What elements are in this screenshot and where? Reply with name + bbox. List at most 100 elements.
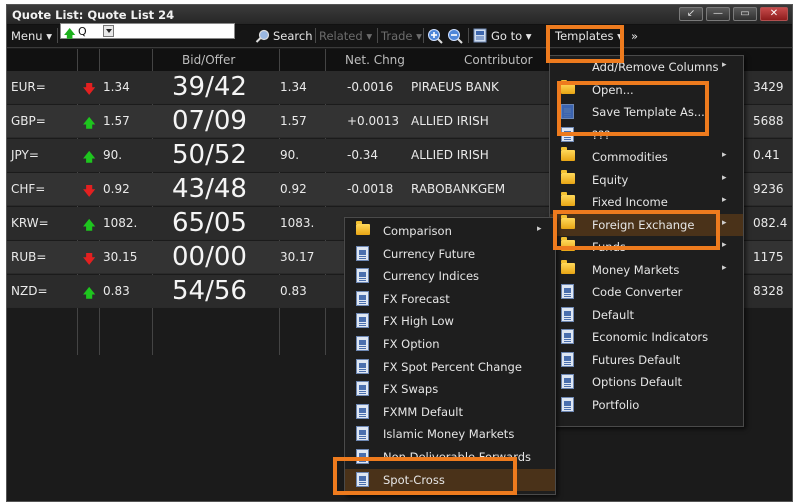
menu-item[interactable]: FX Option (345, 333, 555, 355)
folder-icon (561, 192, 575, 206)
menu-item[interactable]: Code Converter (550, 281, 743, 303)
more-toolbar-button[interactable]: » (631, 29, 638, 43)
document-icon (356, 268, 369, 284)
offer-cell: 1.57 (280, 114, 307, 128)
extra-column-cell: 1175 (753, 250, 784, 264)
window-title: Quote List: Quote List 24 (12, 8, 175, 22)
menu-item[interactable]: Options Default (550, 371, 743, 393)
extra-column-cell: 9236 (753, 182, 784, 196)
menu-item[interactable]: Currency Future (345, 243, 555, 265)
goto-menu[interactable]: Go to ▾ (491, 29, 532, 43)
ric-input[interactable]: 🡅 Q (60, 23, 235, 40)
document-icon (561, 284, 574, 299)
document-icon (561, 306, 574, 322)
menu-item-label: Code Converter (592, 285, 683, 299)
restore-down-button[interactable]: ↙ (679, 7, 703, 21)
document-icon (356, 336, 369, 351)
menu-item-label: FXMM Default (383, 404, 464, 419)
menu-item-label: Currency Indices (383, 269, 480, 284)
folder-icon (561, 147, 575, 161)
menu-item[interactable]: FXMM Default (345, 401, 555, 423)
toolbar-separator (315, 28, 316, 43)
document-icon (356, 313, 369, 329)
submenu-arrow-icon: ▸ (722, 262, 727, 273)
menu-item[interactable]: Currency Indices (345, 265, 555, 287)
menu-item-label: Portfolio (592, 397, 640, 412)
folder-icon (356, 221, 370, 235)
extra-column-cell: 082.4 (753, 216, 788, 230)
menu-item[interactable]: Default (550, 304, 743, 326)
big-figure-cell: 43/48 (172, 174, 247, 204)
toolbar-separator (377, 28, 378, 43)
up-arrow-icon: 🡅 (83, 150, 96, 164)
offer-cell: 1083. (280, 216, 315, 230)
menu-item[interactable]: Futures Default (550, 349, 743, 371)
menu-item[interactable]: Equity ▸ (550, 169, 743, 191)
foreign-exchange-submenu: Comparison ▸ Currency Future Currency Indic… (344, 217, 556, 495)
ric-cell: JPY= (11, 148, 39, 162)
menu-item-label: Commodities (592, 150, 668, 164)
menu-item[interactable]: Commodities ▸ (550, 146, 743, 168)
document-icon (356, 403, 369, 419)
up-arrow-icon: 🡅 (83, 286, 96, 300)
document-icon (356, 426, 369, 442)
submenu-arrow-icon: ▸ (722, 195, 727, 205)
menu-item-label: Currency Future (383, 246, 476, 261)
contributor-cell: ALLIED IRISH (411, 114, 489, 128)
templates-highlight-box (546, 25, 624, 63)
ric-cell: CHF= (11, 182, 46, 196)
maximize-button[interactable]: ▭ (733, 7, 757, 21)
bid-cell: 1.34 (103, 80, 130, 94)
big-figure-cell: 54/56 (172, 276, 247, 306)
folder-icon (561, 259, 575, 274)
menu-item[interactable]: Comparison ▸ (345, 220, 555, 242)
submenu-arrow-icon: ▸ (722, 60, 727, 70)
title-bar[interactable]: Quote List: Quote List 24 ↙ — ▭ ✕ (7, 5, 792, 25)
document-icon (356, 358, 369, 374)
menu-item[interactable]: FX Swaps (345, 378, 555, 400)
ric-cell: NZD= (11, 284, 48, 298)
ric-dropdown-button[interactable] (103, 25, 114, 37)
menu-item[interactable]: FX Forecast (345, 288, 555, 310)
submenu-arrow-icon: ▸ (537, 224, 542, 234)
extra-column-cell: 0.41 (753, 148, 780, 162)
menu-button[interactable]: Menu ▾ (11, 29, 52, 43)
column-header-net-chng[interactable]: Net. Chng (345, 53, 405, 67)
big-figure-cell: 00/00 (172, 242, 247, 272)
trade-menu[interactable]: Trade ▾ (381, 29, 422, 43)
search-icon[interactable] (255, 29, 271, 43)
submenu-arrow-icon: ▸ (722, 150, 727, 160)
zoom-out-icon[interactable] (447, 28, 463, 44)
menu-item[interactable]: Islamic Money Markets (345, 423, 555, 445)
document-icon (561, 351, 574, 367)
bid-cell: 0.92 (103, 182, 130, 196)
contributor-cell: PIRAEUS BANK (411, 80, 499, 94)
menu-item[interactable]: FX High Low (345, 310, 555, 332)
menu-item[interactable]: Portfolio (550, 394, 743, 416)
open-save-highlight-box (557, 81, 709, 136)
contributor-cell: RABOBANKGEM (411, 182, 506, 196)
contributor-cell: ALLIED IRISH (411, 148, 489, 162)
toolbar-separator (423, 28, 424, 43)
ric-input-value: Q (78, 25, 87, 38)
bid-cell: 30.15 (103, 250, 138, 264)
goto-icon[interactable] (473, 28, 487, 43)
minimize-button[interactable]: — (706, 7, 730, 21)
menu-item[interactable]: FX Spot Percent Change (345, 356, 555, 378)
menu-item[interactable]: Money Markets ▸ (550, 259, 743, 281)
net-change-cell: -0.34 (347, 148, 379, 162)
column-header-bid-offer[interactable]: Bid/Offer (182, 53, 235, 67)
menu-item-label: Fixed Income (592, 195, 668, 209)
document-icon (561, 329, 574, 344)
close-button[interactable]: ✕ (760, 7, 788, 21)
bid-cell: 90. (103, 148, 123, 162)
search-button[interactable]: Search (273, 29, 313, 43)
menu-item[interactable]: Economic Indicators (550, 326, 743, 348)
column-header-contributor[interactable]: Contributor (464, 53, 533, 67)
extra-column-cell: 3429 (753, 80, 784, 94)
zoom-in-icon[interactable] (427, 28, 443, 44)
menu-item-label: FX Spot Percent Change (383, 359, 522, 374)
related-menu[interactable]: Related ▾ (319, 29, 372, 43)
document-icon (356, 245, 369, 261)
up-arrow-icon: 🡅 (83, 218, 96, 232)
